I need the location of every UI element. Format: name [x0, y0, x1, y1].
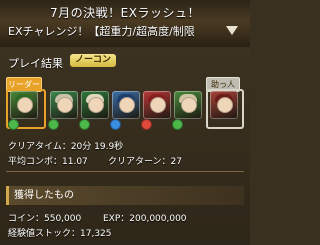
- clear-turns: クリアターン：27: [108, 157, 183, 167]
- dungeon-name: EXチャレンジ！【超重力/超高度/制限: [8, 25, 195, 38]
- monster-6-icon[interactable]: [174, 91, 202, 119]
- friend-monster-icon[interactable]: [210, 91, 238, 119]
- fire-orb-icon: [141, 119, 152, 130]
- monster-3-face: [88, 97, 104, 113]
- wood-orb-icon: [48, 119, 59, 130]
- leader-monster-face: [17, 97, 33, 113]
- monster-2-icon[interactable]: [50, 91, 78, 119]
- wood-orb-icon: [79, 119, 90, 130]
- friend-monster-face: [217, 97, 233, 113]
- exp-amount: EXP：200,000,000: [103, 214, 187, 224]
- monster-5-face: [150, 97, 166, 113]
- play-result-title: プレイ結果: [8, 57, 63, 70]
- exp-stock: 経験値ストック：17,325: [8, 229, 112, 239]
- team-row: リーダー 助っ人: [6, 77, 244, 133]
- result-panel: プレイ結果 ノーコン リーダー 助っ人 クリアタイム：20分 19.9秒 平均コ…: [0, 47, 250, 245]
- triangle-down-icon[interactable]: [226, 26, 238, 35]
- event-title: 7月の決戦！EXラッシュ！: [50, 6, 200, 20]
- coin-amount: コイン：550,000: [8, 214, 82, 224]
- monster-4-face: [119, 97, 135, 113]
- wood-orb-icon: [172, 119, 183, 130]
- dungeon-header[interactable]: 7月の決戦！EXラッシュ！ EXチャレンジ！【超重力/超高度/制限: [0, 0, 250, 48]
- monster-2-face: [57, 97, 73, 113]
- wood-orb-icon: [8, 119, 19, 130]
- gained-title: 獲得したもの: [6, 186, 244, 205]
- monster-3-icon[interactable]: [81, 91, 109, 119]
- monster-6-face: [181, 97, 197, 113]
- divider: [6, 171, 244, 172]
- monster-5-icon[interactable]: [143, 91, 171, 119]
- water-orb-icon: [110, 119, 121, 130]
- monster-4-icon[interactable]: [112, 91, 140, 119]
- average-combo: 平均コンボ：11.07: [8, 157, 88, 167]
- no-continue-badge: ノーコン: [70, 54, 117, 67]
- clear-time: クリアタイム：20分 19.9秒: [8, 142, 124, 152]
- leader-monster-icon[interactable]: [10, 91, 38, 119]
